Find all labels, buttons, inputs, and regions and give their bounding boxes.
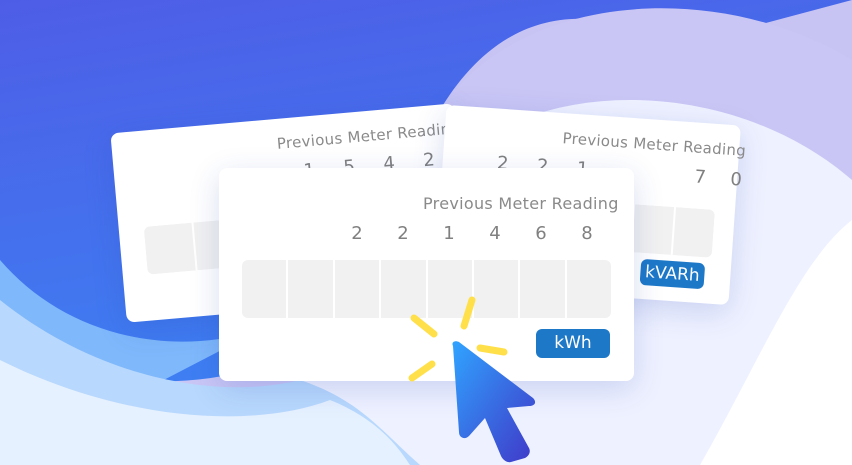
unit-badge-kwh[interactable]: kWh: [536, 329, 610, 358]
digit: 1: [443, 223, 455, 244]
card-title: Previous Meter Reading: [276, 118, 461, 153]
digit: 6: [535, 223, 547, 244]
card-title: Previous Meter Reading: [423, 194, 619, 213]
cursor-arrow-icon: [452, 341, 536, 463]
digit: 2: [351, 223, 363, 244]
digit: 0: [729, 168, 743, 191]
digit: 8: [581, 223, 593, 244]
unit-badge-kvarh[interactable]: kVARh: [639, 258, 706, 290]
card-title: Previous Meter Reading: [561, 129, 747, 160]
digit: 7: [693, 166, 707, 189]
digit: 4: [489, 223, 501, 244]
reading-digits: 2 2 1 4 6 8: [334, 223, 610, 244]
digit: 2: [397, 223, 409, 244]
